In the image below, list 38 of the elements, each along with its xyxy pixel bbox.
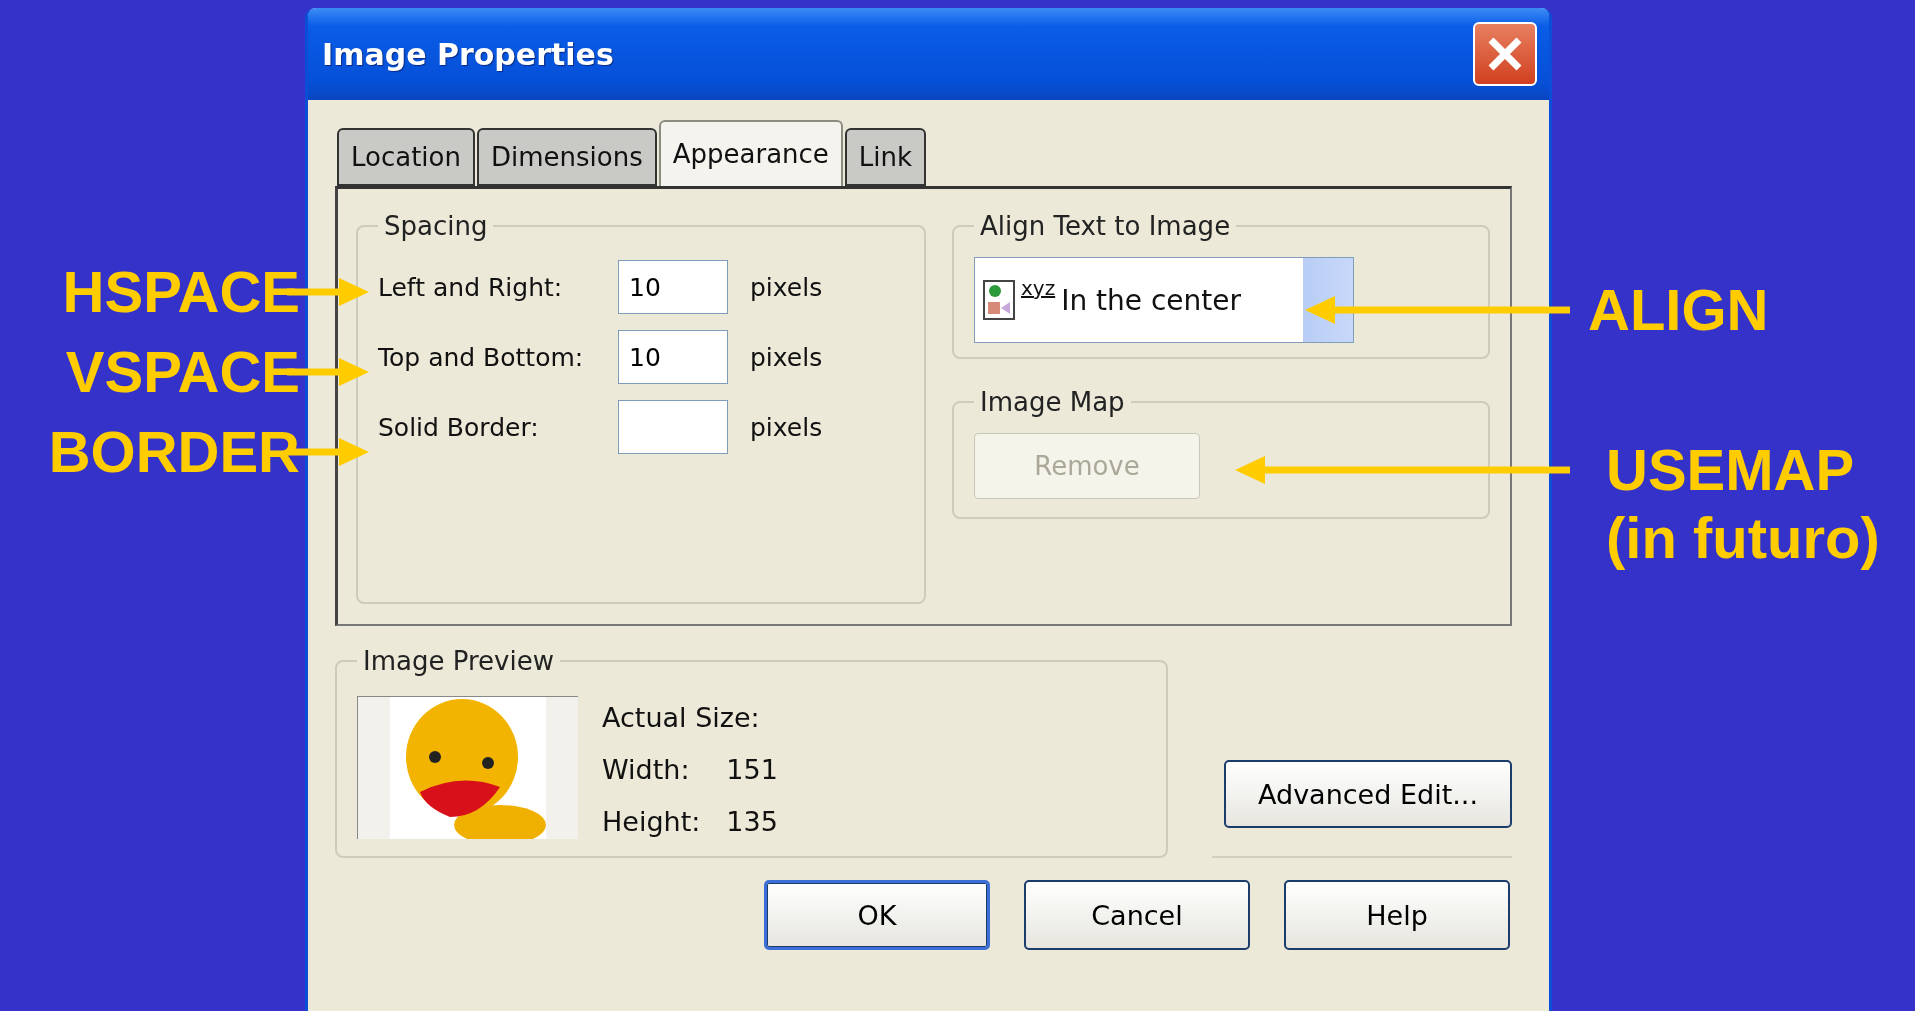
annotation-label: ALIGN xyxy=(1588,276,1770,344)
tab[interactable]: Link xyxy=(844,128,927,186)
group-title: Align Text to Image xyxy=(979,211,1232,241)
width-value: 151 xyxy=(726,753,778,787)
input-field[interactable]: 10 xyxy=(618,260,728,314)
dialog-button[interactable]: OK xyxy=(764,880,990,950)
group-title: Spacing xyxy=(383,211,489,241)
annotation-label: VSPACE xyxy=(65,338,300,406)
size-caption: Actual Size: xyxy=(602,701,761,735)
tab[interactable]: Location xyxy=(337,128,475,186)
input-field[interactable]: 10 xyxy=(618,330,728,384)
height-label: Height: xyxy=(602,805,701,839)
advanced-edit-button[interactable]: Advanced Edit... xyxy=(1224,760,1512,828)
align-dropdown[interactable]: xyz In the center xyxy=(974,257,1354,343)
field-label: Top and Bottom: xyxy=(378,342,585,372)
input-field[interactable] xyxy=(618,400,728,454)
field-label: Left and Right: xyxy=(378,272,564,302)
unit-label: pixels xyxy=(750,272,823,302)
annotation-label: BORDER xyxy=(48,418,300,486)
annotation-note: (in futuro) xyxy=(1606,504,1881,572)
close-button[interactable] xyxy=(1473,22,1537,86)
dropdown-value: In the center xyxy=(1061,283,1242,317)
field-label: Solid Border: xyxy=(378,412,540,442)
unit-label: pixels xyxy=(750,342,823,372)
width-label: Width: xyxy=(602,753,691,787)
tab[interactable]: Appearance xyxy=(658,120,843,186)
dialog-button[interactable]: Help xyxy=(1284,880,1510,950)
group-title: Image Preview xyxy=(362,646,555,676)
picture-icon xyxy=(983,280,1015,320)
group-title: Image Map xyxy=(979,387,1126,417)
dialog-button[interactable]: Cancel xyxy=(1024,880,1250,950)
tab[interactable]: Dimensions xyxy=(476,128,657,186)
annotation-label: HSPACE xyxy=(62,258,300,326)
annotation-label: USEMAP xyxy=(1606,436,1856,504)
window-title: Image Properties xyxy=(322,36,614,72)
unit-label: pixels xyxy=(750,412,823,442)
sample-text: xyz xyxy=(1021,276,1056,300)
height-value: 135 xyxy=(726,805,778,839)
